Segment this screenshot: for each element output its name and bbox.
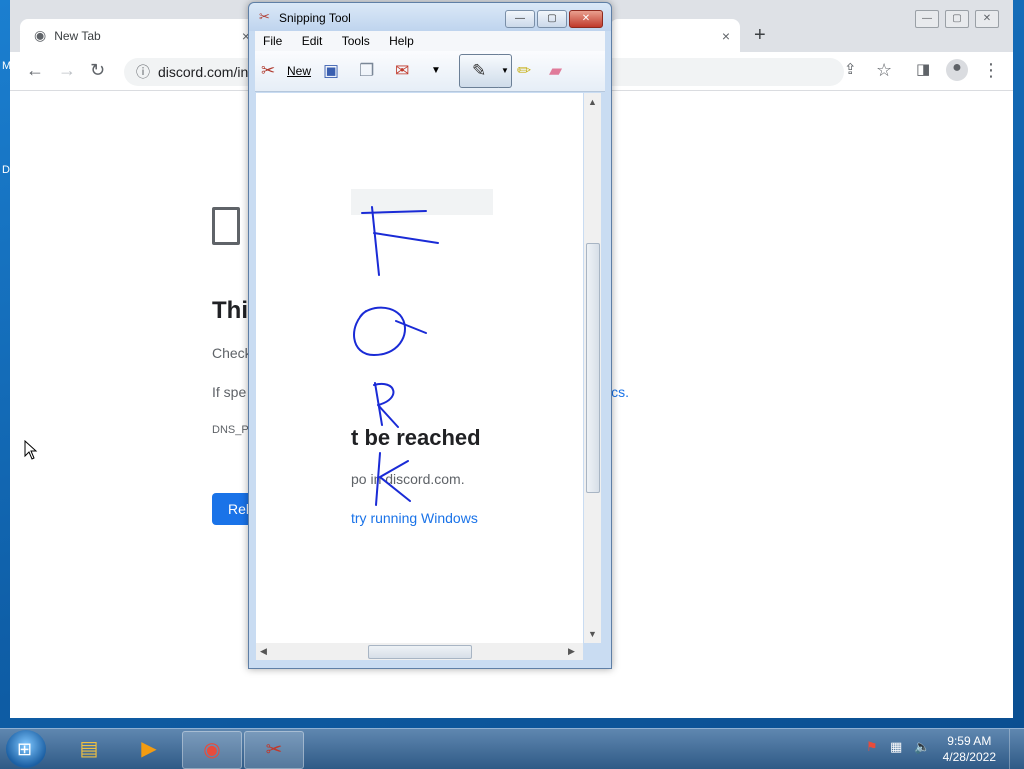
scroll-left-icon[interactable]: ◀ [260, 646, 267, 657]
send-snip-icon[interactable]: ✉ [395, 61, 409, 81]
volume-icon[interactable]: 🔈 [914, 739, 930, 755]
clock[interactable]: 9:59 AM 4/28/2022 [943, 733, 996, 765]
letter-k-stroke [379, 460, 411, 502]
snipping-tool-taskbar-icon[interactable]: ✂ [244, 731, 304, 769]
clock-time: 9:59 AM [947, 734, 992, 748]
minimize-button[interactable]: — [915, 10, 939, 28]
close-tab-icon[interactable]: × [722, 28, 730, 44]
scroll-down-icon[interactable]: ▼ [588, 629, 597, 639]
vertical-scrollbar[interactable]: ▲ ▼ [584, 93, 601, 643]
title-bar: ✂ Snipping Tool — ▢ ✕ [249, 3, 611, 31]
menu-kebab-icon[interactable]: ⋮ [982, 60, 1000, 81]
snip-toolbar: ✂ New ▣ ❐ ✉ ▼ ✎ ▼ ✏ ▰ [255, 51, 605, 92]
letter-f-stroke [373, 232, 439, 244]
letter-o-stroke [353, 306, 427, 356]
maximize-button[interactable]: ▢ [537, 10, 567, 28]
copy-icon[interactable]: ❐ [359, 61, 374, 81]
scroll-thumb[interactable] [586, 243, 600, 493]
maximize-button[interactable]: ▢ [945, 10, 969, 28]
scroll-thumb[interactable] [368, 645, 472, 659]
scroll-up-icon[interactable]: ▲ [588, 97, 597, 107]
window-title: Snipping Tool [279, 11, 351, 25]
error-line: Check [212, 345, 252, 361]
url-text: discord.com/in [158, 64, 249, 80]
letter-f-stroke [371, 206, 380, 276]
file-explorer-icon[interactable]: ▤ [60, 731, 118, 767]
menu-file[interactable]: File [255, 31, 290, 48]
close-button[interactable]: ✕ [975, 10, 999, 28]
minimize-button[interactable]: — [505, 10, 535, 28]
close-button[interactable]: ✕ [569, 10, 603, 28]
side-panel-icon[interactable]: ◨ [916, 60, 930, 78]
menu-edit[interactable]: Edit [294, 31, 331, 48]
error-code: DNS_P [212, 424, 249, 436]
pen-dropdown[interactable]: ▼ [499, 54, 512, 88]
chrome-icon: ◉ [34, 27, 47, 43]
snipping-tool-window: ✂ Snipping Tool — ▢ ✕ File Edit Tools He… [248, 2, 612, 669]
highlighter-icon[interactable]: ✏ [517, 61, 531, 81]
menu-bar: File Edit Tools Help [255, 31, 605, 51]
clock-date: 4/28/2022 [942, 750, 996, 764]
tab-title: New Tab [54, 28, 101, 43]
letter-r-stroke [373, 382, 399, 428]
bookmark-star-icon[interactable]: ☆ [876, 60, 892, 81]
scissors-icon: ✂ [259, 9, 270, 24]
info-icon[interactable]: ⓘ [136, 58, 150, 86]
share-icon[interactable]: ⇪ [844, 60, 857, 78]
window-controls: — ▢ ✕ [915, 10, 999, 28]
pen-button[interactable]: ✎ [459, 54, 501, 88]
profile-avatar-icon[interactable]: ● [946, 59, 968, 81]
sad-page-icon [212, 207, 240, 245]
start-button[interactable]: ⊞ [6, 730, 46, 768]
network-icon[interactable]: ▦ [890, 739, 902, 755]
desktop-edge-label: D [2, 164, 10, 176]
error-line: If spe [212, 384, 247, 400]
back-icon[interactable]: ← [26, 60, 44, 81]
menu-tools[interactable]: Tools [334, 31, 378, 48]
horizontal-scrollbar[interactable]: ◀ ▶ [256, 643, 583, 660]
show-desktop-button[interactable] [1009, 729, 1024, 769]
new-tab-button[interactable]: + [754, 24, 766, 47]
windows-logo-icon: ⊞ [17, 739, 33, 759]
new-snip-icon[interactable]: ✂ [261, 61, 275, 81]
reload-icon[interactable]: ↻ [90, 60, 105, 81]
taskbar: ⊞ ▤ ▶ ◉ ✂ ⚑ ▦ 🔈 9:59 AM 4/28/2022 [0, 728, 1024, 769]
letter-k-stroke [375, 452, 381, 506]
tab-new-tab[interactable]: ◉ New Tab × [20, 19, 260, 52]
mouse-cursor-icon [24, 440, 38, 460]
save-icon[interactable]: ▣ [323, 61, 339, 81]
menu-help[interactable]: Help [381, 31, 422, 48]
pen-drawing [353, 206, 439, 506]
pen-icon: ✎ [472, 61, 487, 80]
tab-discord[interactable]: × [610, 19, 740, 52]
forward-icon[interactable]: → [58, 60, 76, 81]
chrome-taskbar-icon[interactable]: ◉ [182, 731, 242, 769]
eraser-icon[interactable]: ▰ [549, 61, 562, 81]
snip-canvas[interactable]: t be reached po in discord.com. try runn… [256, 93, 583, 643]
scroll-right-icon[interactable]: ▶ [568, 646, 575, 657]
chevron-down-icon[interactable]: ▼ [431, 65, 441, 76]
new-snip-button[interactable]: New [287, 64, 311, 78]
media-player-icon[interactable]: ▶ [120, 731, 178, 767]
action-center-icon[interactable]: ⚑ [866, 739, 878, 755]
